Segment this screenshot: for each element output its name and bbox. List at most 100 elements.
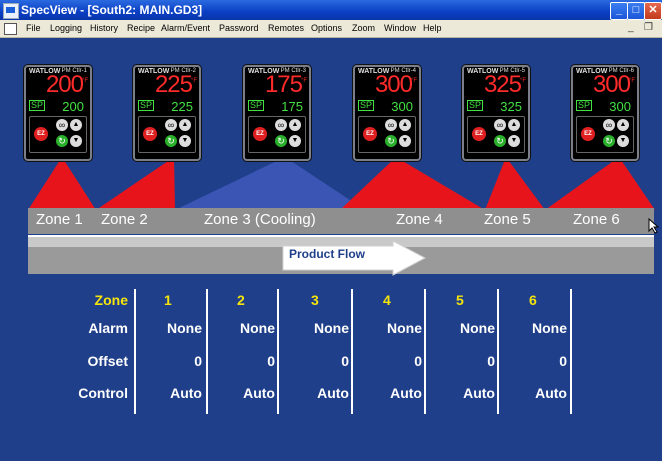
menu-help[interactable]: Help xyxy=(423,23,442,33)
up-arrow-button[interactable]: ▲ xyxy=(508,119,520,131)
offset-value-4[interactable]: 0 xyxy=(364,353,422,369)
zone-number-3: 3 xyxy=(311,292,319,308)
zone-label-5: Zone 5 xyxy=(484,211,531,228)
menu-bar: File Logging History Recipe Alarm/Event … xyxy=(0,20,662,38)
control-mode-6[interactable]: Auto xyxy=(509,385,567,401)
ez-button[interactable]: EZ xyxy=(253,127,267,141)
setpoint-tag: SP xyxy=(467,100,484,111)
zone-label-2: Zone 2 xyxy=(101,211,148,228)
down-arrow-button[interactable]: ▼ xyxy=(617,135,629,147)
close-button[interactable]: ✕ xyxy=(644,2,662,20)
ez-button[interactable]: EZ xyxy=(581,127,595,141)
alarm-status-5[interactable]: None xyxy=(437,320,495,336)
mdi-restore-button[interactable]: ❐ xyxy=(644,22,653,33)
menu-alarm-event[interactable]: Alarm/Event xyxy=(161,23,210,33)
infinity-button[interactable]: ∞ xyxy=(603,119,615,131)
process-value: 225 xyxy=(154,71,193,98)
controller-1[interactable]: WATLOW PM Ctlr-1 200 °F SP 200 EZ ∞ ▲ ↻ … xyxy=(24,65,92,161)
alarm-status-3[interactable]: None xyxy=(291,320,349,336)
advance-cycle-button[interactable]: ↻ xyxy=(165,135,177,147)
column-divider xyxy=(570,289,572,414)
temperature-unit: °F xyxy=(81,78,88,84)
infinity-button[interactable]: ∞ xyxy=(385,119,397,131)
controller-3[interactable]: WATLOW PM Ctlr-3 175 °F SP 175 EZ ∞ ▲ ↻ … xyxy=(243,65,311,161)
up-arrow-button[interactable]: ▲ xyxy=(70,119,82,131)
process-value: 175 xyxy=(264,71,303,98)
menu-logging[interactable]: Logging xyxy=(50,23,82,33)
window-title: SpecView - [South2: MAIN.GD3] xyxy=(21,3,203,17)
control-mode-5[interactable]: Auto xyxy=(437,385,495,401)
alarm-row-label: Alarm xyxy=(88,320,128,336)
ez-button[interactable]: EZ xyxy=(34,127,48,141)
infinity-button[interactable]: ∞ xyxy=(165,119,177,131)
maximize-button[interactable]: □ xyxy=(627,2,645,20)
temperature-unit: °F xyxy=(190,78,197,84)
controller-4[interactable]: WATLOW PM Ctlr-4 300 °F SP 300 EZ ∞ ▲ ↻ … xyxy=(353,65,421,161)
control-mode-3[interactable]: Auto xyxy=(291,385,349,401)
alarm-status-2[interactable]: None xyxy=(217,320,275,336)
infinity-button[interactable]: ∞ xyxy=(56,119,68,131)
advance-cycle-button[interactable]: ↻ xyxy=(56,135,68,147)
menu-file[interactable]: File xyxy=(26,23,41,33)
ez-button[interactable]: EZ xyxy=(472,127,486,141)
down-arrow-button[interactable]: ▼ xyxy=(179,135,191,147)
process-value: 200 xyxy=(45,71,84,98)
offset-value-5[interactable]: 0 xyxy=(437,353,495,369)
advance-cycle-button[interactable]: ↻ xyxy=(385,135,397,147)
minimize-button[interactable]: _ xyxy=(610,2,628,20)
offset-value-2[interactable]: 0 xyxy=(217,353,275,369)
controller-2[interactable]: WATLOW PM Ctlr-2 225 °F SP 225 EZ ∞ ▲ ↻ … xyxy=(133,65,201,161)
zone-label-1: Zone 1 xyxy=(36,211,83,228)
up-arrow-button[interactable]: ▲ xyxy=(289,119,301,131)
temperature-unit: °F xyxy=(410,78,417,84)
zone-2-heat-triangle xyxy=(96,157,175,210)
control-mode-2[interactable]: Auto xyxy=(217,385,275,401)
advance-cycle-button[interactable]: ↻ xyxy=(275,135,287,147)
ez-button[interactable]: EZ xyxy=(143,127,157,141)
setpoint-tag: SP xyxy=(358,100,375,111)
menu-options[interactable]: Options xyxy=(311,23,342,33)
window-title-bar[interactable]: SpecView - [South2: MAIN.GD3] _ □ ✕ xyxy=(0,0,662,20)
up-arrow-button[interactable]: ▲ xyxy=(399,119,411,131)
menu-remotes[interactable]: Remotes xyxy=(268,23,304,33)
menu-history[interactable]: History xyxy=(90,23,118,33)
menu-password[interactable]: Password xyxy=(219,23,259,33)
app-icon xyxy=(3,3,19,19)
up-arrow-button[interactable]: ▲ xyxy=(617,119,629,131)
advance-cycle-button[interactable]: ↻ xyxy=(494,135,506,147)
ez-button[interactable]: EZ xyxy=(363,127,377,141)
up-arrow-button[interactable]: ▲ xyxy=(179,119,191,131)
offset-value-1[interactable]: 0 xyxy=(144,353,202,369)
column-divider xyxy=(351,289,353,414)
column-divider xyxy=(424,289,426,414)
mdi-minimize-button[interactable]: _ xyxy=(628,22,634,33)
offset-value-6[interactable]: 0 xyxy=(509,353,567,369)
advance-cycle-button[interactable]: ↻ xyxy=(603,135,615,147)
down-arrow-button[interactable]: ▼ xyxy=(289,135,301,147)
temperature-unit: °F xyxy=(519,78,526,84)
controller-5[interactable]: WATLOW PM Ctlr-5 325 °F SP 325 EZ ∞ ▲ ↻ … xyxy=(462,65,530,161)
alarm-status-1[interactable]: None xyxy=(144,320,202,336)
setpoint-value: 325 xyxy=(500,99,522,114)
control-mode-1[interactable]: Auto xyxy=(144,385,202,401)
menu-zoom[interactable]: Zoom xyxy=(352,23,375,33)
zone-6-heat-triangle xyxy=(545,157,655,210)
down-arrow-button[interactable]: ▼ xyxy=(508,135,520,147)
zone-number-5: 5 xyxy=(456,292,464,308)
alarm-status-6[interactable]: None xyxy=(509,320,567,336)
down-arrow-button[interactable]: ▼ xyxy=(70,135,82,147)
control-mode-4[interactable]: Auto xyxy=(364,385,422,401)
setpoint-value: 200 xyxy=(62,99,84,114)
column-divider xyxy=(277,289,279,414)
infinity-button[interactable]: ∞ xyxy=(275,119,287,131)
controller-6[interactable]: WATLOW PM Ctlr-6 300 °F SP 300 EZ ∞ ▲ ↻ … xyxy=(571,65,639,161)
alarm-status-4[interactable]: None xyxy=(364,320,422,336)
down-arrow-button[interactable]: ▼ xyxy=(399,135,411,147)
offset-value-3[interactable]: 0 xyxy=(291,353,349,369)
infinity-button[interactable]: ∞ xyxy=(494,119,506,131)
menu-recipe[interactable]: Recipe xyxy=(127,23,155,33)
setpoint-tag: SP xyxy=(138,100,155,111)
setpoint-tag: SP xyxy=(248,100,265,111)
menu-window[interactable]: Window xyxy=(384,23,416,33)
zone-4-heat-triangle xyxy=(340,157,485,210)
